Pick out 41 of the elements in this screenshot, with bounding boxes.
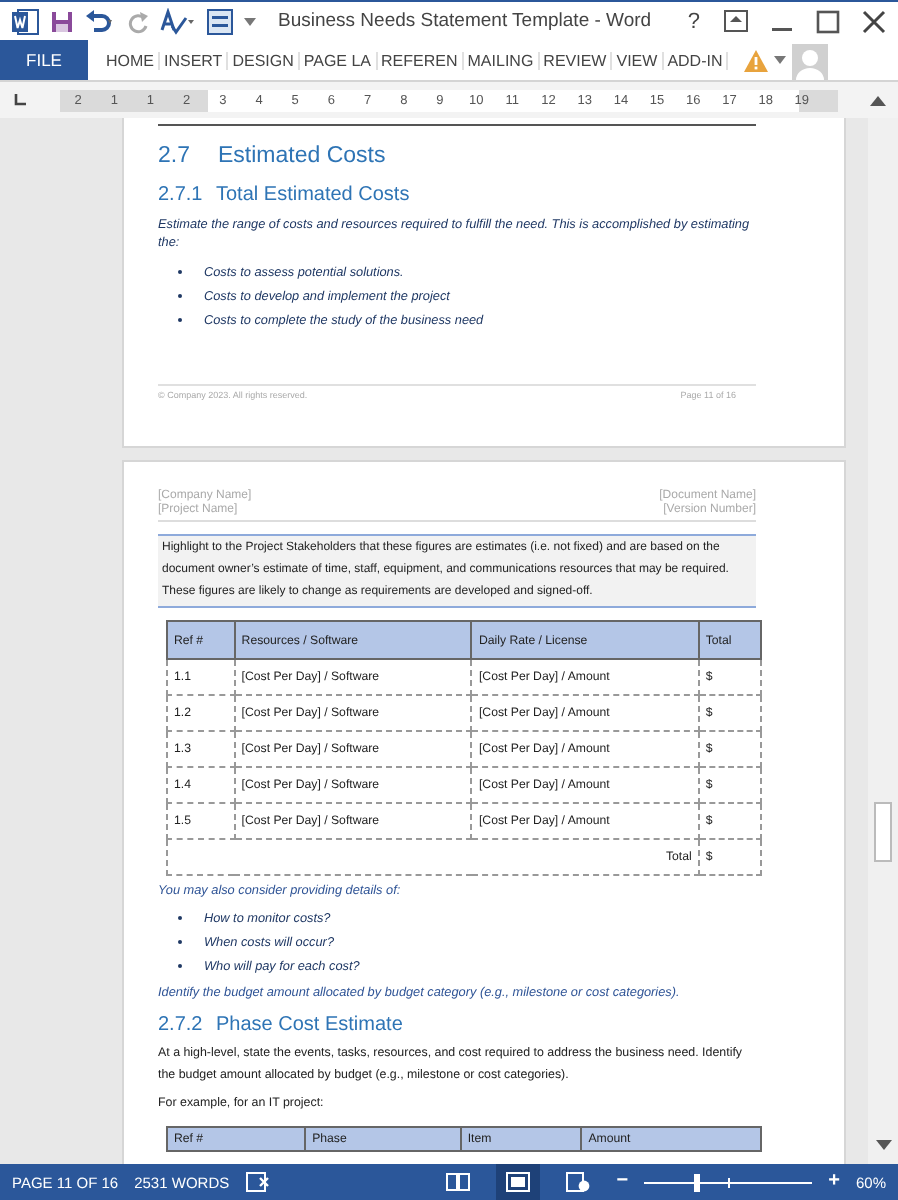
dropdown-icon[interactable] <box>774 56 787 64</box>
ribbon-tab[interactable]: REVIEW <box>539 51 613 69</box>
ribbon-tab[interactable]: HOME <box>102 51 160 69</box>
ribbon-tab[interactable]: INSERT <box>160 51 229 69</box>
ribbon-tab[interactable]: VIEW <box>612 51 664 69</box>
scroll-thumb[interactable] <box>874 802 892 862</box>
section-number: 2.7 <box>158 144 192 172</box>
maximize-icon[interactable] <box>816 9 840 33</box>
ribbon-tab[interactable]: ADD-IN <box>663 51 729 69</box>
zoom-out-button[interactable]: − <box>616 1172 629 1192</box>
section-heading: Estimated Costs <box>218 144 386 172</box>
undo-icon[interactable] <box>84 9 116 33</box>
dropdown-icon[interactable] <box>244 17 256 25</box>
close-icon[interactable] <box>862 9 886 33</box>
globe-page-icon <box>566 1172 591 1192</box>
tab-selector-icon[interactable] <box>12 92 28 108</box>
scroll-down-icon[interactable] <box>876 1140 892 1152</box>
section-number: 2.7.2 <box>158 1014 205 1036</box>
view-button[interactable] <box>496 1164 541 1200</box>
proofing-icon[interactable] <box>245 1172 272 1192</box>
ribbon-display-icon[interactable] <box>724 10 748 32</box>
vertical-scrollbar[interactable] <box>868 118 898 1164</box>
book-icon <box>446 1172 471 1192</box>
ribbon-tab[interactable]: REFEREN <box>377 51 464 69</box>
file-tab[interactable]: FILE <box>0 40 88 80</box>
zoom-slider-thumb[interactable] <box>694 1173 701 1191</box>
ribbon-tab[interactable]: PAGE LA <box>299 51 378 69</box>
help-button[interactable]: ? <box>681 9 706 33</box>
word-logo-icon[interactable] <box>12 7 40 35</box>
section-number: 2.7.1 <box>158 184 205 206</box>
scroll-up-icon[interactable] <box>870 94 886 106</box>
section-heading: Total Estimated Costs <box>216 184 410 206</box>
document-icon[interactable] <box>206 7 234 35</box>
section-heading: Phase Cost Estimate <box>216 1014 403 1036</box>
spelling-icon[interactable] <box>160 7 196 35</box>
save-icon[interactable] <box>50 9 74 33</box>
page-icon <box>506 1172 531 1192</box>
ribbon-tab[interactable]: MAILING <box>463 51 540 69</box>
zoom-in-button[interactable]: + <box>828 1172 840 1192</box>
ribbon-tab[interactable]: DESIGN <box>228 51 300 69</box>
window-title: Business Needs Statement Template - Word <box>278 10 654 32</box>
